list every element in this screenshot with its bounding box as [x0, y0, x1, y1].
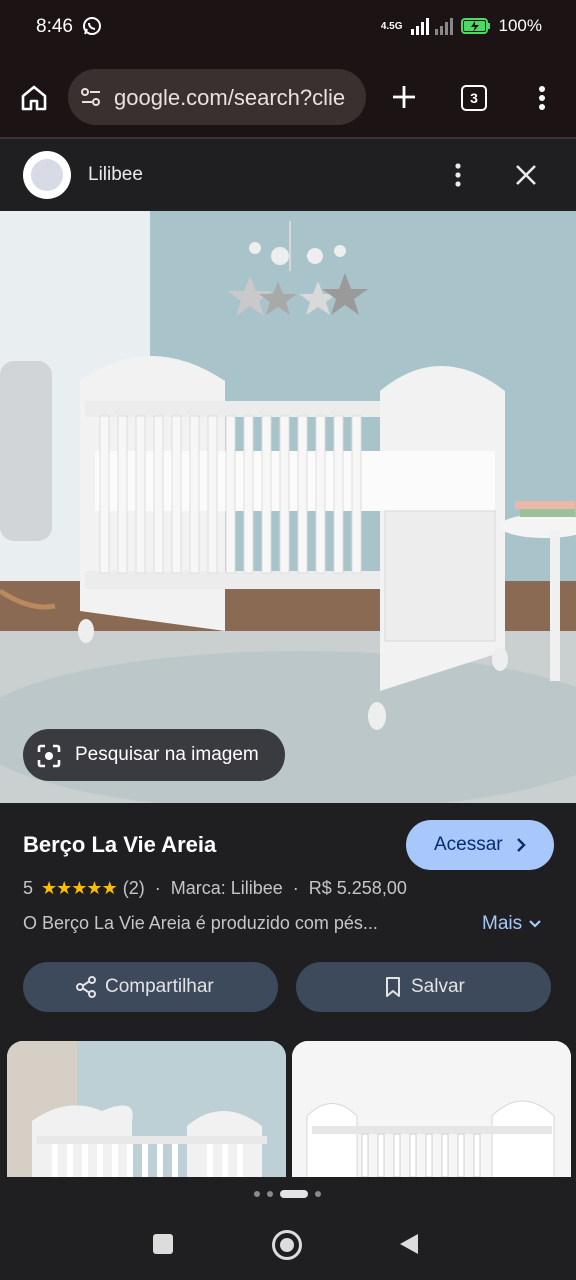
source-header: Lilibee: [0, 139, 576, 211]
url-text[interactable]: google.com/search?clie: [114, 85, 345, 111]
battery-percent: 100%: [498, 16, 542, 35]
related-image-2[interactable]: [292, 1041, 571, 1177]
search-in-image-label: Pesquisar na imagem: [75, 744, 259, 765]
crib-illustration: [0, 211, 576, 803]
battery-icon: [460, 18, 490, 34]
home-icon[interactable]: [18, 82, 50, 114]
status-indicators: 4.5G 100%: [381, 16, 542, 36]
visit-label: Acessar: [434, 834, 503, 855]
share-button[interactable]: Compartilhar: [23, 962, 278, 1012]
source-more-icon[interactable]: [446, 161, 470, 189]
page-dot: [267, 1191, 273, 1197]
visit-button[interactable]: Acessar: [406, 820, 554, 870]
browser-toolbar: google.com/search?clie 3: [0, 56, 576, 138]
separator-dot: ·: [292, 878, 299, 898]
close-icon[interactable]: [512, 161, 540, 189]
bookmark-icon: [386, 977, 400, 997]
network-type: 4.5G: [380, 20, 403, 32]
source-logo-mark: [31, 159, 63, 191]
source-name[interactable]: Lilibee: [88, 164, 143, 186]
back-icon[interactable]: [398, 1232, 420, 1256]
signal-icon: [410, 18, 453, 35]
page-indicator: [254, 1190, 321, 1198]
star-rating-icon: ★★★★★: [41, 878, 118, 898]
tab-count: 3: [470, 90, 478, 106]
more-label: Mais: [482, 913, 523, 934]
recent-apps-button[interactable]: [153, 1234, 173, 1254]
rating-value: 5: [23, 878, 34, 898]
status-time: 8:46: [36, 16, 73, 37]
separator-dot: ·: [154, 878, 161, 898]
status-bar: 8:46 4.5G 100%: [0, 0, 576, 56]
page-dot: [254, 1191, 260, 1197]
home-nav-button[interactable]: [272, 1230, 302, 1260]
more-menu-icon[interactable]: [530, 82, 554, 114]
brand: Marca: Lilibee: [170, 878, 283, 898]
price: R$ 5.258,00: [308, 878, 407, 898]
tab-switcher-button[interactable]: 3: [461, 85, 487, 111]
site-settings-icon[interactable]: [80, 86, 102, 108]
product-description: O Berço La Vie Areia é produzido com pés…: [23, 913, 378, 933]
rating-row: 5 ★★★★★ (2) · Marca: Lilibee · R$ 5.258,…: [23, 878, 407, 899]
whatsapp-icon: [83, 17, 101, 35]
source-logo[interactable]: [23, 151, 71, 199]
page-dot: [315, 1191, 321, 1197]
save-button[interactable]: Salvar: [296, 962, 551, 1012]
new-tab-icon[interactable]: [388, 81, 420, 113]
chevron-down-icon: [529, 920, 541, 928]
page-dot-active: [280, 1190, 308, 1198]
more-button[interactable]: Mais: [482, 913, 542, 935]
url-bar[interactable]: google.com/search?clie: [68, 69, 366, 125]
product-title: Berço La Vie Areia: [23, 832, 217, 857]
search-in-image-button[interactable]: Pesquisar na imagem: [23, 729, 285, 781]
share-icon: [76, 976, 96, 998]
lens-icon: [37, 744, 61, 768]
product-image[interactable]: [0, 211, 576, 803]
save-label: Salvar: [411, 976, 465, 997]
share-label: Compartilhar: [105, 976, 214, 997]
review-count[interactable]: (2): [123, 878, 145, 899]
related-crib-1: [7, 1041, 286, 1177]
related-image-1[interactable]: [7, 1041, 286, 1177]
related-crib-2: [292, 1041, 571, 1177]
chevron-right-icon: [517, 838, 526, 852]
